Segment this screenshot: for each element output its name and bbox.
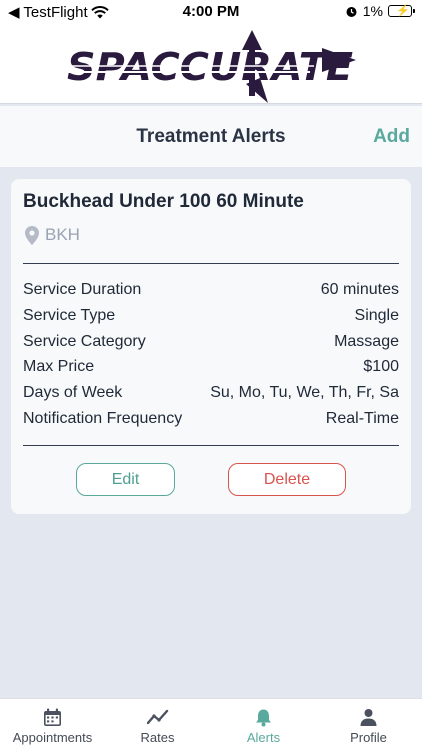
bell-icon	[256, 709, 271, 727]
add-button[interactable]: Add	[373, 126, 410, 148]
logo-bar: SPACCURATE	[0, 24, 422, 104]
header: Treatment Alerts Add	[0, 106, 422, 167]
tab-appointments[interactable]: Appointments	[0, 699, 105, 750]
alert-card: Buckhead Under 100 60 Minute BKH Service…	[11, 179, 411, 514]
tab-bar: Appointments Rates Alerts Profile	[0, 698, 422, 750]
person-icon	[360, 709, 377, 726]
detail-row-duration: Service Duration 60 minutes	[23, 281, 399, 299]
status-right: 1% ⚡	[345, 3, 415, 19]
divider-top	[23, 263, 399, 264]
tab-label: Appointments	[12, 730, 93, 745]
battery-percent: 1%	[362, 3, 383, 19]
detail-value: Real-Time	[325, 410, 399, 427]
detail-label: Service Type	[23, 307, 116, 324]
tab-rates[interactable]: Rates	[105, 699, 210, 750]
logo-text: SPACCURATE	[67, 45, 353, 89]
detail-row-days: Days of Week Su, Mo, Tu, We, Th, Fr, Sa	[23, 384, 399, 402]
calendar-icon	[44, 708, 61, 726]
tab-alerts[interactable]: Alerts	[211, 699, 316, 750]
detail-label: Days of Week	[23, 384, 123, 401]
spaccurate-logo: SPACCURATE	[66, 30, 356, 103]
alert-name: Buckhead Under 100 60 Minute	[23, 191, 304, 212]
detail-row-category: Service Category Massage	[23, 333, 399, 351]
tab-profile[interactable]: Profile	[316, 699, 421, 750]
detail-row-price: Max Price $100	[23, 358, 399, 376]
detail-value: Massage	[334, 333, 399, 350]
alarm-icon	[346, 6, 357, 17]
trend-icon	[146, 709, 168, 725]
divider-bottom	[23, 445, 399, 446]
detail-value: Single	[354, 307, 399, 324]
location-pin-icon	[25, 225, 39, 245]
delete-button[interactable]: Delete	[228, 463, 346, 496]
status-bar: ◀ TestFlight 4:00 PM 1% ⚡	[0, 0, 422, 24]
tab-label: Profile	[350, 730, 387, 745]
edit-button[interactable]: Edit	[76, 463, 175, 496]
detail-value: Su, Mo, Tu, We, Th, Fr, Sa	[210, 384, 399, 401]
battery-icon: ⚡	[388, 5, 415, 17]
detail-row-type: Service Type Single	[23, 307, 399, 325]
page-title: Treatment Alerts	[136, 126, 286, 147]
tab-label: Rates	[140, 730, 175, 745]
detail-label: Service Category	[23, 333, 146, 350]
detail-value: 60 minutes	[320, 281, 399, 298]
detail-label: Notification Frequency	[23, 410, 183, 427]
location-code: BKH	[45, 225, 80, 244]
alert-location: BKH	[25, 225, 80, 245]
detail-label: Service Duration	[23, 281, 142, 298]
tab-label: Alerts	[246, 730, 281, 745]
detail-label: Max Price	[23, 358, 95, 375]
detail-row-frequency: Notification Frequency Real-Time	[23, 410, 399, 428]
detail-value: $100	[363, 358, 399, 375]
